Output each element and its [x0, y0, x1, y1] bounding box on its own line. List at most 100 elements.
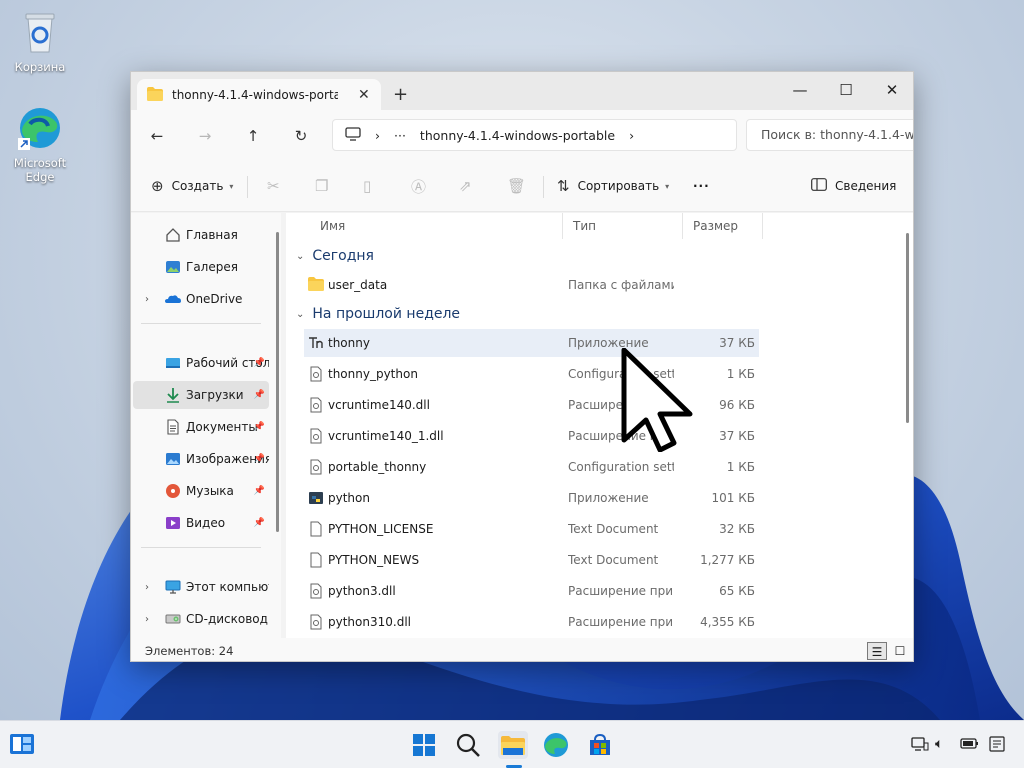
sidebar-item-downloads[interactable]: Загрузки 📌 — [133, 381, 269, 409]
sidebar-item-video[interactable]: Видео 📌 — [133, 509, 269, 537]
pictures-icon — [165, 451, 181, 467]
file-name: vcruntime140_1.dll — [328, 429, 444, 443]
sidebar-item-onedrive[interactable]: › OneDrive — [133, 285, 269, 313]
item-count: Элементов: 24 — [145, 644, 234, 658]
tab-current[interactable]: thonny-4.1.4-windows-portable ✕ — [137, 79, 381, 111]
file-size: 65 КБ — [719, 584, 755, 598]
notifications-icon[interactable] — [989, 736, 1005, 756]
sidebar-item-documents[interactable]: Документы 📌 — [133, 413, 269, 441]
file-list: Имя Тип Размер ⌄ Сегодня user_data Папка… — [286, 213, 913, 638]
cd-drive-icon — [165, 611, 181, 627]
python-app-icon — [308, 490, 324, 506]
chevron-right-icon[interactable]: › — [629, 128, 634, 143]
refresh-button[interactable]: ↻ — [289, 124, 313, 148]
tab-close-icon[interactable]: ✕ — [358, 87, 370, 103]
sidebar-item-pictures[interactable]: Изображения 📌 — [133, 445, 269, 473]
sidebar-scrollbar[interactable] — [276, 232, 279, 532]
list-item[interactable]: portable_thonny Configuration sett... 1 … — [304, 453, 759, 481]
sidebar-item-home[interactable]: Главная — [133, 221, 269, 249]
column-header-size[interactable]: Размер — [683, 213, 763, 239]
forward-button[interactable]: → — [193, 124, 217, 148]
cut-button[interactable]: ✂ — [267, 174, 288, 198]
edge-icon — [16, 104, 64, 152]
group-header-today[interactable]: ⌄ Сегодня — [296, 243, 374, 269]
list-item[interactable]: PYTHON_NEWS Text Document 1,277 КБ — [304, 546, 759, 574]
search-input[interactable]: Поиск в: thonny-4.1.4-windows-portable — [746, 119, 913, 151]
share-button[interactable]: ⇗ — [459, 174, 480, 198]
more-options-button[interactable]: ··· — [693, 174, 710, 198]
recycle-bin-icon — [16, 8, 64, 56]
chevron-right-icon[interactable]: › — [145, 582, 149, 593]
breadcrumb-ellipsis[interactable]: ··· — [394, 128, 406, 143]
group-header-last-week[interactable]: ⌄ На прошлой неделе — [296, 301, 460, 327]
minimize-button[interactable]: — — [777, 76, 823, 104]
column-header-name[interactable]: Имя — [310, 213, 563, 239]
pin-icon: 📌 — [253, 390, 265, 400]
pin-icon: 📌 — [253, 486, 265, 496]
dll-file-icon — [308, 583, 324, 599]
create-button[interactable]: ⊕ Создать ▾ — [151, 174, 233, 198]
file-type: Папка с файлами — [568, 278, 674, 292]
config-file-icon — [308, 366, 324, 382]
sort-label: Сортировать — [577, 179, 660, 193]
pin-icon: 📌 — [253, 358, 265, 368]
delete-button[interactable]: 🗑 — [507, 174, 534, 198]
list-item[interactable]: python310.dll Расширение при... 4,355 КБ — [304, 608, 759, 636]
file-name: python3.dll — [328, 584, 396, 598]
address-bar[interactable]: › ··· thonny-4.1.4-windows-portable › — [332, 119, 737, 151]
details-pane-button[interactable]: Сведения — [811, 174, 896, 198]
new-tab-button[interactable]: + — [393, 84, 408, 105]
copy-button[interactable]: ❐ — [315, 174, 336, 198]
search-icon[interactable] — [454, 731, 484, 759]
gallery-icon — [165, 259, 181, 275]
volume-icon[interactable]: 🔈︎ — [935, 736, 943, 752]
breadcrumb-folder[interactable]: thonny-4.1.4-windows-portable — [420, 128, 615, 143]
network-icon[interactable] — [911, 736, 929, 756]
desktop-icon-recycle-bin[interactable]: Корзина — [2, 8, 78, 74]
text-file-icon — [308, 552, 324, 568]
widgets-icon[interactable] — [8, 731, 38, 759]
battery-icon[interactable] — [960, 736, 980, 754]
sidebar-item-this-pc[interactable]: › Этот компьютер — [133, 573, 269, 601]
desktop-icon-edge[interactable]: Microsoft Edge — [2, 104, 78, 184]
sidebar-item-gallery[interactable]: Галерея — [133, 253, 269, 281]
chevron-right-icon[interactable]: › — [145, 614, 149, 625]
details-view-button[interactable]: ☰ — [867, 642, 887, 660]
list-item[interactable]: PYTHON_LICENSE Text Document 32 КБ — [304, 515, 759, 543]
list-item[interactable]: python Приложение 101 КБ — [304, 484, 759, 512]
folder-icon — [147, 86, 163, 104]
list-item[interactable]: user_data Папка с файлами — [304, 271, 759, 299]
sidebar-item-cd-drive[interactable]: › CD-дисковод (D:) — [133, 605, 269, 633]
folder-icon — [308, 277, 324, 293]
column-header-type[interactable]: Тип — [563, 213, 683, 239]
taskbar: 🔈︎ — [0, 720, 1024, 768]
sidebar-item-music[interactable]: Музыка 📌 — [133, 477, 269, 505]
file-size: 37 КБ — [719, 429, 755, 443]
tiles-view-button[interactable]: ☐ — [890, 642, 910, 660]
edge-icon[interactable] — [542, 731, 572, 759]
file-size: 32 КБ — [719, 522, 755, 536]
back-button[interactable]: ← — [145, 124, 169, 148]
file-explorer-icon[interactable] — [498, 731, 528, 759]
maximize-button[interactable]: ☐ — [823, 76, 869, 104]
pin-icon: 📌 — [253, 454, 265, 464]
sidebar-item-desktop[interactable]: Рабочий стол 📌 — [133, 349, 269, 377]
chevron-down-icon: ▾ — [229, 181, 234, 191]
start-icon[interactable] — [410, 731, 440, 759]
rename-button[interactable]: Ⓐ — [411, 174, 434, 198]
sort-button[interactable]: ⇅ Сортировать ▾ — [557, 174, 669, 198]
file-size: 101 КБ — [711, 491, 755, 505]
up-button[interactable]: ↑ — [241, 124, 265, 148]
list-item[interactable]: python3.dll Расширение при... 65 КБ — [304, 577, 759, 605]
dll-file-icon — [308, 428, 324, 444]
paste-button[interactable]: ▯ — [363, 174, 379, 198]
store-icon[interactable] — [586, 731, 616, 759]
config-file-icon — [308, 459, 324, 475]
text-file-icon — [308, 521, 324, 537]
chevron-right-icon[interactable]: › — [145, 294, 149, 305]
file-list-scrollbar[interactable] — [906, 233, 909, 423]
copy-icon: ❐ — [315, 177, 329, 195]
video-icon — [165, 515, 181, 531]
close-button[interactable]: ✕ — [869, 76, 913, 104]
group-label: Сегодня — [312, 248, 374, 264]
